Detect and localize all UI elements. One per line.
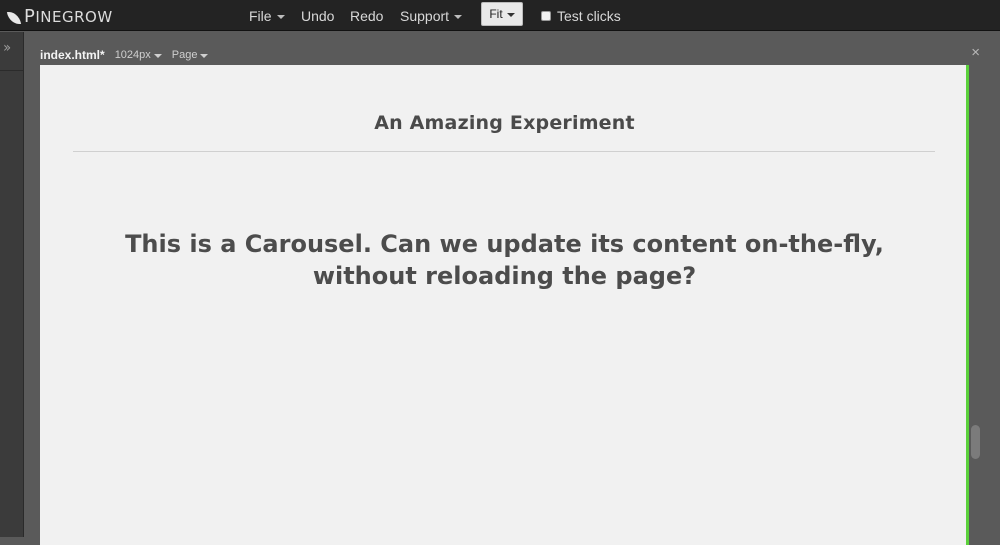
test-clicks-label: Test clicks — [557, 7, 621, 24]
carousel-caption: This is a Carousel. Can we update its co… — [100, 228, 909, 292]
left-collapsed-panel: ›› — [0, 32, 24, 537]
double-chevron-right-icon[interactable]: ›› — [3, 41, 19, 55]
scrollbar-track[interactable] — [969, 65, 982, 537]
fit-label: Fit — [489, 7, 503, 21]
carousel-caption-line-2: without reloading the page? — [312, 262, 697, 290]
carousel-caption-line-1: This is a Carousel. Can we update its co… — [125, 230, 884, 258]
menu-file[interactable]: File — [249, 0, 285, 31]
test-clicks-toggle[interactable]: Test clicks — [541, 0, 621, 31]
chevron-down-icon — [153, 54, 162, 58]
page-title: An Amazing Experiment — [374, 112, 635, 134]
close-icon[interactable]: × — [971, 45, 980, 61]
chevron-down-icon — [276, 14, 285, 19]
heading-divider — [73, 151, 935, 152]
undo-label: Undo — [301, 7, 335, 24]
brand-logo: PINEGROW — [6, 6, 113, 27]
leaf-icon — [6, 9, 22, 26]
page-dropdown[interactable]: Page — [172, 49, 209, 61]
page-preview-viewport[interactable]: An Amazing Experiment This is a Carousel… — [40, 65, 969, 545]
redo-button[interactable]: Redo — [350, 0, 383, 31]
menu-file-label: File — [249, 7, 272, 24]
viewport-width-dropdown[interactable]: 1024px — [115, 49, 162, 61]
brand-name: PINEGROW — [24, 6, 113, 27]
menu-support-label: Support — [400, 7, 450, 24]
fit-zoom-dropdown[interactable]: Fit — [481, 2, 523, 26]
menu-support[interactable]: Support — [400, 0, 463, 31]
undo-button[interactable]: Undo — [301, 0, 334, 31]
chevron-down-icon — [200, 54, 209, 58]
test-clicks-checkbox[interactable] — [541, 10, 551, 21]
scrollbar-thumb[interactable] — [971, 425, 980, 459]
top-menu-bar: PINEGROW File Undo Redo Support Fit Test… — [0, 0, 1000, 31]
redo-label: Redo — [350, 7, 384, 24]
page-frame-header: index.html* 1024px Page — [33, 45, 988, 65]
file-name[interactable]: index.html* — [40, 48, 105, 62]
panel-divider — [0, 70, 23, 71]
chevron-down-icon — [454, 14, 463, 19]
chevron-down-icon — [506, 13, 515, 17]
